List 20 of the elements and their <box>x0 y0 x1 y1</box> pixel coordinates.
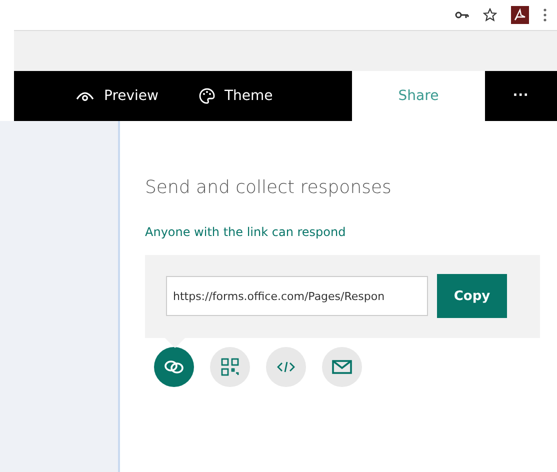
menu-icon[interactable] <box>543 8 547 22</box>
acrobat-icon[interactable] <box>511 6 529 24</box>
eye-icon <box>76 90 94 102</box>
share-option-button[interactable] <box>266 347 306 387</box>
envelope-icon <box>332 360 352 374</box>
tab[interactable]: Theme <box>178 71 293 121</box>
star-icon[interactable] <box>483 8 497 22</box>
share-option-button[interactable] <box>322 347 362 387</box>
section-title: Send and collect responses <box>145 177 392 198</box>
palette-icon <box>198 88 214 104</box>
share-option-button[interactable] <box>210 347 250 387</box>
permission-link[interactable]: Anyone with the link can respond <box>145 225 540 239</box>
share-option-button[interactable] <box>154 347 194 387</box>
code-icon <box>276 360 296 374</box>
qr-code-icon <box>221 358 239 376</box>
tab[interactable]: Preview <box>56 71 178 121</box>
url-field[interactable]: https://forms.office.com/Pages/Respon <box>166 276 428 316</box>
key-icon[interactable] <box>455 11 469 19</box>
copy-button[interactable]: Copy <box>437 274 507 318</box>
link-icon <box>164 360 184 374</box>
